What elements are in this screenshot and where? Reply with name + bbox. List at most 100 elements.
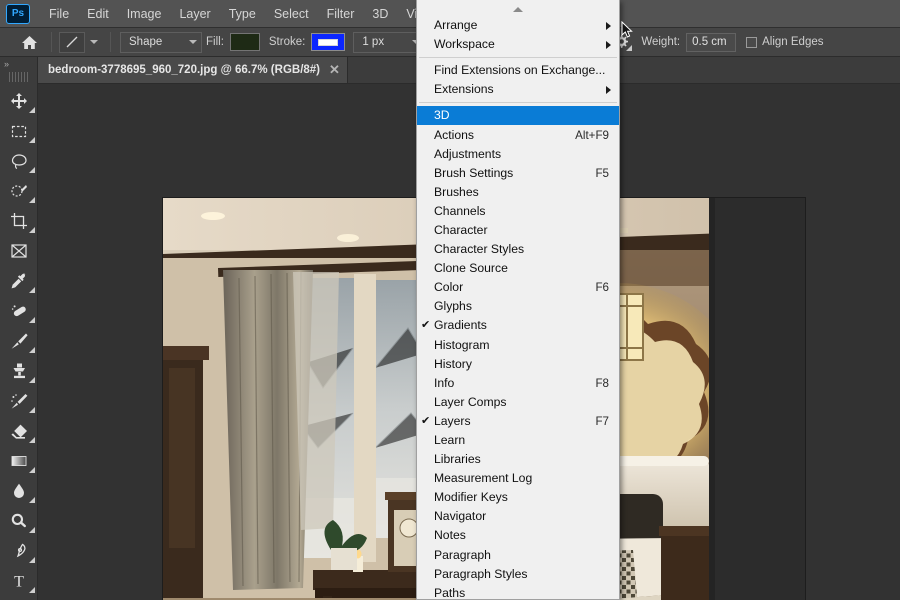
weight-input[interactable]: 0.5 cm: [686, 32, 737, 52]
path-selection-tool[interactable]: [0, 596, 38, 600]
home-icon[interactable]: [14, 31, 44, 53]
object-selection-tool[interactable]: [0, 176, 38, 206]
tool-flyout-triangle-icon[interactable]: [29, 227, 35, 233]
submenu-arrow-icon[interactable]: [606, 21, 611, 30]
menubar-item-3d[interactable]: 3D: [364, 3, 396, 25]
tool-flyout-triangle-icon[interactable]: [29, 197, 35, 203]
move-tool[interactable]: [0, 86, 38, 116]
window-menu-dropdown[interactable]: Arrange Workspace Find Extensions on Excha…: [416, 0, 620, 600]
pen-tool[interactable]: [0, 536, 38, 566]
menu-item-adjustments[interactable]: Adjustments: [417, 145, 619, 164]
menu-item-brush-settings[interactable]: Brush Settings F5: [417, 164, 619, 183]
menu-item-glyphs[interactable]: Glyphs: [417, 297, 619, 316]
blur-droplet-icon: [14, 483, 24, 498]
tool-flyout-triangle-icon[interactable]: [29, 347, 35, 353]
lasso-tool[interactable]: [0, 146, 38, 176]
stroke-color-swatch[interactable]: [311, 33, 346, 51]
rectangular-marquee-tool[interactable]: [0, 116, 38, 146]
tool-flyout-triangle-icon[interactable]: [29, 137, 35, 143]
type-icon: T: [14, 574, 24, 591]
history-brush-tool[interactable]: [0, 386, 38, 416]
close-icon[interactable]: ✕: [329, 63, 340, 76]
menu-item-modifier-keys[interactable]: Modifier Keys: [417, 488, 619, 507]
menu-item-label: Color: [434, 280, 464, 295]
menu-item-label: Layers: [434, 413, 471, 428]
gradient-tool[interactable]: [0, 446, 38, 476]
stroke-width-select[interactable]: 1 px: [353, 31, 426, 53]
tool-flyout-triangle-icon[interactable]: [29, 407, 35, 413]
menu-item-paths[interactable]: Paths: [417, 584, 619, 599]
menubar-item-edit[interactable]: Edit: [79, 3, 117, 25]
tool-flyout-triangle-icon[interactable]: [29, 497, 35, 503]
tool-flyout-triangle-icon[interactable]: [29, 587, 35, 593]
menu-item-label: Actions: [434, 127, 474, 142]
menu-item-info[interactable]: Info F8: [417, 374, 619, 393]
menubar-item-filter[interactable]: Filter: [319, 3, 363, 25]
menu-item-measurement-log[interactable]: Measurement Log: [417, 469, 619, 488]
tool-flyout-triangle-icon[interactable]: [29, 287, 35, 293]
menu-item-layer-comps[interactable]: Layer Comps: [417, 393, 619, 412]
menu-item-notes[interactable]: Notes: [417, 526, 619, 545]
tool-flyout-triangle-icon[interactable]: [29, 437, 35, 443]
menu-item-history[interactable]: History: [417, 355, 619, 374]
menu-item-color[interactable]: Color F6: [417, 278, 619, 297]
menu-item-find-extensions-on-exchange[interactable]: Find Extensions on Exchange...: [417, 61, 619, 80]
menu-item-label: Histogram: [434, 337, 490, 352]
menu-item-character-styles[interactable]: Character Styles: [417, 240, 619, 259]
tool-flyout-triangle-icon[interactable]: [29, 527, 35, 533]
document-tab[interactable]: bedroom-3778695_960_720.jpg @ 66.7% (RGB…: [38, 57, 348, 83]
menu-item-navigator[interactable]: Navigator: [417, 507, 619, 526]
menu-item-workspace[interactable]: Workspace: [417, 35, 619, 54]
spot-healing-brush-tool[interactable]: [0, 296, 38, 326]
menu-item-3d[interactable]: 3D: [417, 106, 619, 126]
menu-item-extensions[interactable]: Extensions: [417, 80, 619, 99]
panel-grip[interactable]: [9, 72, 28, 82]
tool-flyout-triangle-icon[interactable]: [29, 557, 35, 563]
menu-item-learn[interactable]: Learn: [417, 431, 619, 450]
menubar-item-file[interactable]: File: [41, 3, 77, 25]
tool-flyout-triangle-icon[interactable]: [29, 467, 35, 473]
menu-item-histogram[interactable]: Histogram: [417, 336, 619, 355]
menu-item-clone-source[interactable]: Clone Source: [417, 259, 619, 278]
collapse-panel-icon[interactable]: »: [0, 57, 37, 71]
menu-item-libraries[interactable]: Libraries: [417, 450, 619, 469]
blur-tool[interactable]: [0, 476, 38, 506]
shape-mode-select[interactable]: Shape: [120, 31, 202, 53]
menu-item-gradients[interactable]: ✔ Gradients: [417, 316, 619, 335]
horizontal-type-tool[interactable]: T: [0, 566, 38, 596]
menu-item-arrange[interactable]: Arrange: [417, 16, 619, 35]
menu-item-paragraph-styles[interactable]: Paragraph Styles: [417, 565, 619, 584]
menu-item-character[interactable]: Character: [417, 221, 619, 240]
brush-tool[interactable]: [0, 326, 38, 356]
submenu-arrow-icon[interactable]: [606, 40, 611, 49]
menubar-item-type[interactable]: Type: [221, 3, 264, 25]
menubar-item-layer[interactable]: Layer: [171, 3, 218, 25]
dodge-tool[interactable]: [0, 506, 38, 536]
tool-flyout-triangle-icon[interactable]: [29, 107, 35, 113]
tool-flyout-triangle-icon[interactable]: [29, 377, 35, 383]
menu-item-shortcut: F7: [595, 414, 609, 428]
fill-label: Fill:: [206, 36, 224, 48]
clone-stamp-tool[interactable]: [0, 356, 38, 386]
tool-flyout-triangle-icon[interactable]: [29, 167, 35, 173]
menu-item-label: Modifier Keys: [434, 490, 508, 505]
menubar-item-select[interactable]: Select: [266, 3, 317, 25]
menu-item-layers[interactable]: ✔ Layers F7: [417, 412, 619, 431]
scroll-up-arrow-icon[interactable]: [417, 2, 619, 16]
crop-tool[interactable]: [0, 206, 38, 236]
line-tool-preset-icon[interactable]: [59, 31, 85, 53]
align-edges-checkbox[interactable]: [746, 36, 758, 48]
tool-flyout-triangle-icon[interactable]: [29, 317, 35, 323]
menu-item-paragraph[interactable]: Paragraph: [417, 546, 619, 565]
eyedropper-tool[interactable]: [0, 266, 38, 296]
eraser-tool[interactable]: [0, 416, 38, 446]
submenu-arrow-icon[interactable]: [606, 85, 611, 94]
frame-tool[interactable]: [0, 236, 38, 266]
menu-item-actions[interactable]: Actions Alt+F9: [417, 125, 619, 144]
menubar-item-image[interactable]: Image: [119, 3, 170, 25]
menu-item-brushes[interactable]: Brushes: [417, 183, 619, 202]
fill-color-swatch[interactable]: [229, 33, 260, 51]
lasso-icon: [11, 154, 27, 169]
menu-item-channels[interactable]: Channels: [417, 202, 619, 221]
tool-preset-chevron-down-icon[interactable]: [90, 40, 98, 44]
